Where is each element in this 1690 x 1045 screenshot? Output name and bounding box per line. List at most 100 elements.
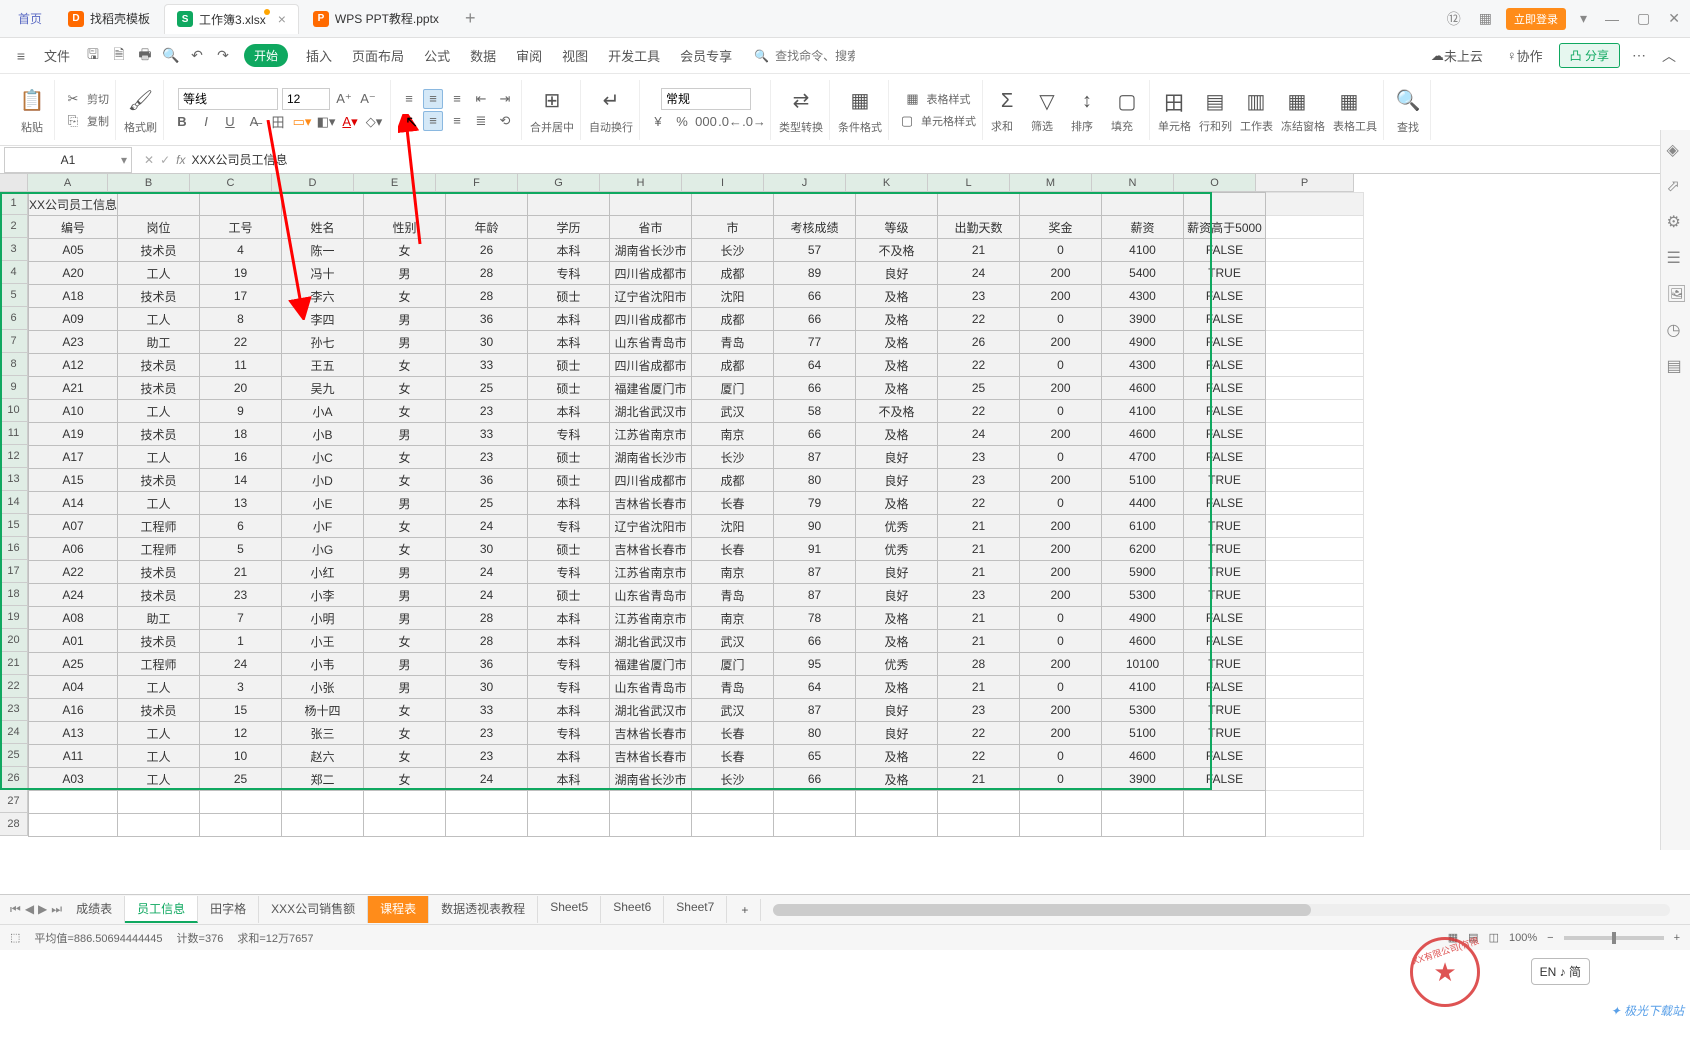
cell[interactable]: 岗位 [118, 216, 200, 239]
clock-icon[interactable]: ◷ [1667, 320, 1685, 338]
cell[interactable]: A13 [29, 722, 118, 745]
cell[interactable]: 25 [446, 492, 528, 515]
cell[interactable]: 4600 [1102, 423, 1184, 446]
cell[interactable] [200, 791, 282, 814]
cell[interactable]: 成都 [692, 308, 774, 331]
cell[interactable] [282, 791, 364, 814]
row-header[interactable]: 16 [0, 537, 28, 560]
add-sheet-button[interactable]: + [729, 899, 761, 921]
cell[interactable]: 湖北省武汉市 [610, 699, 692, 722]
cell[interactable]: 本科 [528, 239, 610, 262]
cell[interactable]: A25 [29, 653, 118, 676]
cell[interactable]: 0 [1020, 492, 1102, 515]
cell[interactable]: 本科 [528, 308, 610, 331]
cell[interactable]: 小F [282, 515, 364, 538]
cell[interactable] [1266, 469, 1364, 492]
cell[interactable]: 0 [1020, 239, 1102, 262]
cell[interactable]: 薪资高于5000 [1184, 216, 1266, 239]
cell[interactable]: 女 [364, 377, 446, 400]
cell[interactable]: A12 [29, 354, 118, 377]
cell[interactable] [1184, 814, 1266, 837]
cell[interactable]: 66 [774, 308, 856, 331]
settings-icon[interactable]: ⚙ [1667, 212, 1685, 230]
cell[interactable]: 技术员 [118, 239, 200, 262]
cell[interactable] [200, 814, 282, 837]
cell[interactable]: 男 [364, 492, 446, 515]
cell[interactable]: 良好 [856, 584, 938, 607]
cell[interactable]: A04 [29, 676, 118, 699]
clear-format-icon[interactable]: ◇▾ [364, 112, 384, 132]
cell[interactable]: 技术员 [118, 469, 200, 492]
cell[interactable]: 吉林省长春市 [610, 745, 692, 768]
cell[interactable]: 4300 [1102, 354, 1184, 377]
cell[interactable]: FALSE [1184, 423, 1266, 446]
sum-icon[interactable]: Σ [991, 86, 1023, 118]
cell[interactable]: 小韦 [282, 653, 364, 676]
cell[interactable]: 7 [200, 607, 282, 630]
cell[interactable]: 市 [692, 216, 774, 239]
cell[interactable]: A17 [29, 446, 118, 469]
cell[interactable]: 3900 [1102, 768, 1184, 791]
cell[interactable]: 36 [446, 653, 528, 676]
cell[interactable]: FALSE [1184, 745, 1266, 768]
cell[interactable]: 湖南省长沙市 [610, 446, 692, 469]
menu-formula[interactable]: 公式 [416, 38, 458, 74]
cell[interactable]: A07 [29, 515, 118, 538]
horizontal-scrollbar[interactable] [773, 904, 1670, 916]
sort-icon[interactable]: ↕ [1071, 86, 1103, 118]
cell[interactable]: 湖南省长沙市 [610, 768, 692, 791]
cell[interactable] [1266, 653, 1364, 676]
cell[interactable]: 硕士 [528, 377, 610, 400]
cell[interactable] [1266, 262, 1364, 285]
cell[interactable]: 4600 [1102, 745, 1184, 768]
cell[interactable]: 200 [1020, 423, 1102, 446]
cell[interactable]: 编号 [29, 216, 118, 239]
cell[interactable]: 女 [364, 699, 446, 722]
cell[interactable]: 小A [282, 400, 364, 423]
cell[interactable]: 22 [938, 308, 1020, 331]
minimize-icon[interactable]: — [1601, 11, 1623, 27]
cell[interactable]: 200 [1020, 653, 1102, 676]
cell[interactable] [774, 814, 856, 837]
freeze-icon[interactable]: ▦ [1281, 86, 1313, 118]
cell[interactable]: 4300 [1102, 285, 1184, 308]
col-header[interactable]: H [600, 174, 682, 192]
cell[interactable]: 及格 [856, 377, 938, 400]
close-icon[interactable]: × [278, 11, 286, 27]
cloud-status[interactable]: ☁ 未上云 [1423, 38, 1491, 74]
cell[interactable]: 南京 [692, 607, 774, 630]
cell[interactable]: 及格 [856, 285, 938, 308]
cell[interactable]: FALSE [1184, 285, 1266, 308]
col-header[interactable]: M [1010, 174, 1092, 192]
cell[interactable]: 66 [774, 768, 856, 791]
cell[interactable]: 0 [1020, 308, 1102, 331]
col-header[interactable]: A [28, 174, 108, 192]
zoom-out-icon[interactable]: − [1547, 932, 1553, 944]
cell[interactable]: 工人 [118, 676, 200, 699]
cell[interactable]: 64 [774, 676, 856, 699]
badge-icon[interactable]: ⑫ [1443, 9, 1465, 29]
sheet-tab[interactable]: Sheet5 [538, 896, 601, 923]
cell[interactable]: 专科 [528, 561, 610, 584]
cell[interactable]: 66 [774, 630, 856, 653]
cell[interactable]: 21 [938, 515, 1020, 538]
cell[interactable] [1266, 285, 1364, 308]
format-painter-icon[interactable]: 🖌 [125, 85, 157, 117]
column-headers[interactable]: ABCDEFGHIJKLMNOP [28, 174, 1354, 192]
cell[interactable] [446, 814, 528, 837]
cell[interactable]: 4900 [1102, 607, 1184, 630]
cell[interactable]: 22 [938, 400, 1020, 423]
cell[interactable]: 技术员 [118, 285, 200, 308]
coop-button[interactable]: ♀ 协作 [1499, 38, 1551, 74]
cell[interactable] [1266, 377, 1364, 400]
cell[interactable]: 孙七 [282, 331, 364, 354]
nav-prev-icon[interactable]: ◀ [25, 902, 34, 917]
cell[interactable]: 小C [282, 446, 364, 469]
row-header[interactable]: 23 [0, 698, 28, 721]
menu-insert[interactable]: 插入 [298, 38, 340, 74]
cell[interactable]: 24 [446, 561, 528, 584]
cell[interactable]: 男 [364, 308, 446, 331]
cell[interactable]: 女 [364, 722, 446, 745]
cell[interactable]: 女 [364, 768, 446, 791]
cell[interactable]: 30 [446, 538, 528, 561]
